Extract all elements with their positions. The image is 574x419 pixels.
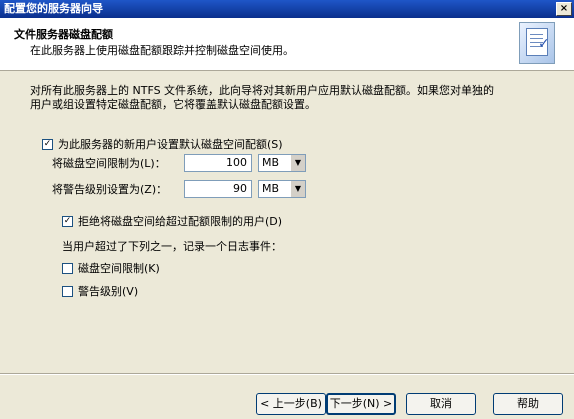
window-title: 配置您的服务器向导 [4,2,103,15]
close-icon: × [559,3,569,14]
warn-unit-value: MB [262,182,280,195]
limit-unit-value: MB [262,156,280,169]
deny-label: 拒绝将磁盘空间给超过配额限制的用户(D) [78,215,283,228]
description: 对所有此服务器上的 NTFS 文件系统，此向导将对其新用户应用默认磁盘配额。如果… [30,84,550,112]
log-limit-checkbox[interactable] [62,262,73,274]
title-bar: 配置您的服务器向导 × [0,0,574,18]
log-warn-label: 警告级别(V) [78,285,139,298]
enable-quota-checkbox[interactable]: ✓ [42,138,53,150]
log-warn-checkbox[interactable] [62,285,73,297]
close-button[interactable]: × [556,2,572,16]
enable-quota-label: 为此服务器的新用户设置默认磁盘空间配额(S) [58,138,283,151]
limit-unit-select[interactable]: MB ▼ [258,154,306,172]
cancel-button[interactable]: 取消 [406,393,476,415]
limit-input[interactable]: 100 [184,154,252,172]
logging-label: 当用户超过了下列之一，记录一个日志事件： [62,240,282,253]
deny-row[interactable]: ✓ 拒绝将磁盘空间给超过配额限制的用户(D) [62,213,282,229]
description-line-1: 对所有此服务器上的 NTFS 文件系统，此向导将对其新用户应用默认磁盘配额。如果… [30,84,495,97]
deny-checkbox[interactable]: ✓ [62,215,73,227]
help-button[interactable]: 帮助 [493,393,563,415]
next-button[interactable]: 下一步(N) > [326,393,396,415]
wizard-disk-quota-icon: ✓ [519,22,555,64]
description-line-2: 用户或组设置特定磁盘配额，它将覆盖默认磁盘配额设置。 [30,98,316,111]
wizard-header: 文件服务器磁盘配额 在此服务器上使用磁盘配额跟踪并控制磁盘空间使用。 ✓ [0,18,574,71]
page-subtitle: 在此服务器上使用磁盘配额跟踪并控制磁盘空间使用。 [30,44,294,57]
chevron-down-icon[interactable]: ▼ [290,155,305,171]
log-limit-row[interactable]: 磁盘空间限制(K) [62,260,160,276]
limit-label: 将磁盘空间限制为(L)： [52,157,166,170]
enable-quota-row[interactable]: ✓ 为此服务器的新用户设置默认磁盘空间配额(S) [42,136,283,152]
warn-input[interactable]: 90 [184,180,252,198]
log-warn-row[interactable]: 警告级别(V) [62,283,138,299]
chevron-down-icon[interactable]: ▼ [290,181,305,197]
footer-divider [0,373,574,375]
warn-label: 将警告级别设置为(Z)： [52,183,168,196]
log-limit-label: 磁盘空间限制(K) [78,262,160,275]
warn-unit-select[interactable]: MB ▼ [258,180,306,198]
page-title: 文件服务器磁盘配额 [14,28,113,41]
back-button[interactable]: < 上一步(B) [256,393,326,415]
